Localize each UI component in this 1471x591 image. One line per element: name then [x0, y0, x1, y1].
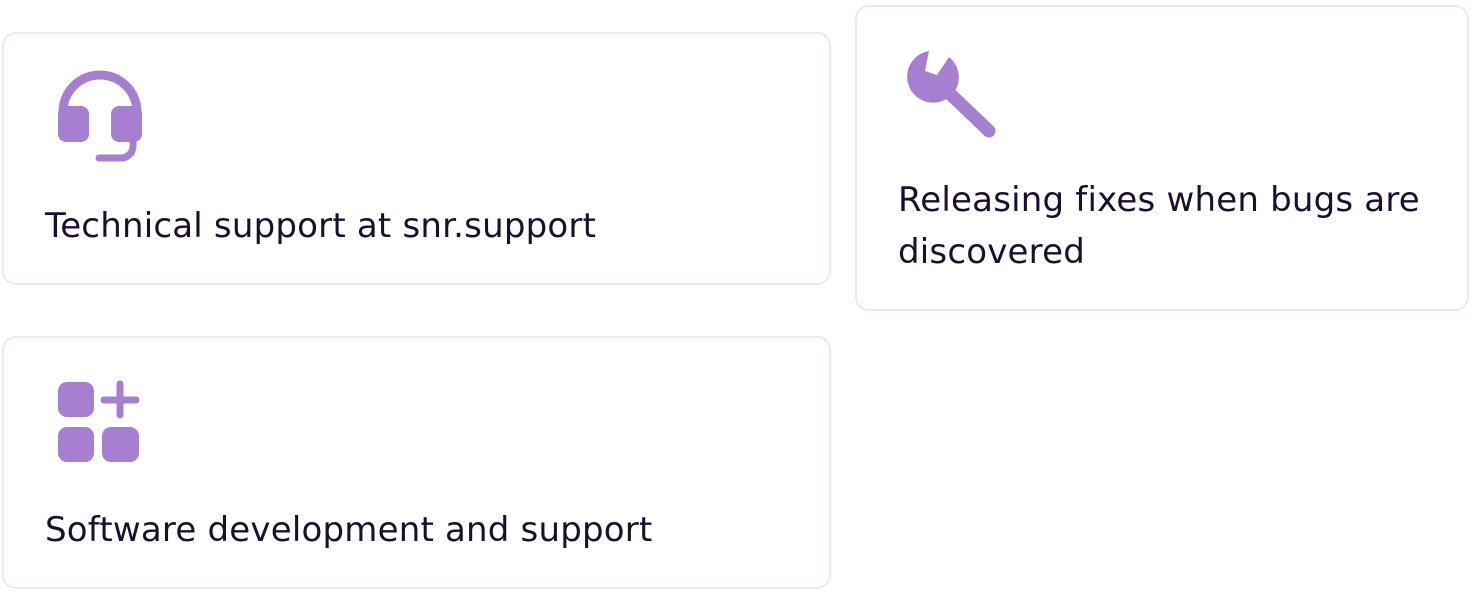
feature-cards-grid: Technical support at snr.support Releasi…	[0, 0, 1471, 591]
feature-card-text: Releasing fixes when bugs are discovered	[898, 180, 1420, 272]
feature-card-software-development: Software development and support	[2, 336, 831, 589]
wrench-icon	[907, 51, 996, 138]
apps-add-icon	[58, 380, 140, 462]
feature-card-text: Technical support at snr.support	[45, 206, 597, 246]
feature-card-text: Software development and support	[45, 510, 653, 550]
headset-icon	[58, 70, 142, 162]
feature-card-bug-fixes: Releasing fixes when bugs are discovered	[855, 5, 1469, 311]
feature-card-technical-support: Technical support at snr.support	[2, 32, 831, 285]
